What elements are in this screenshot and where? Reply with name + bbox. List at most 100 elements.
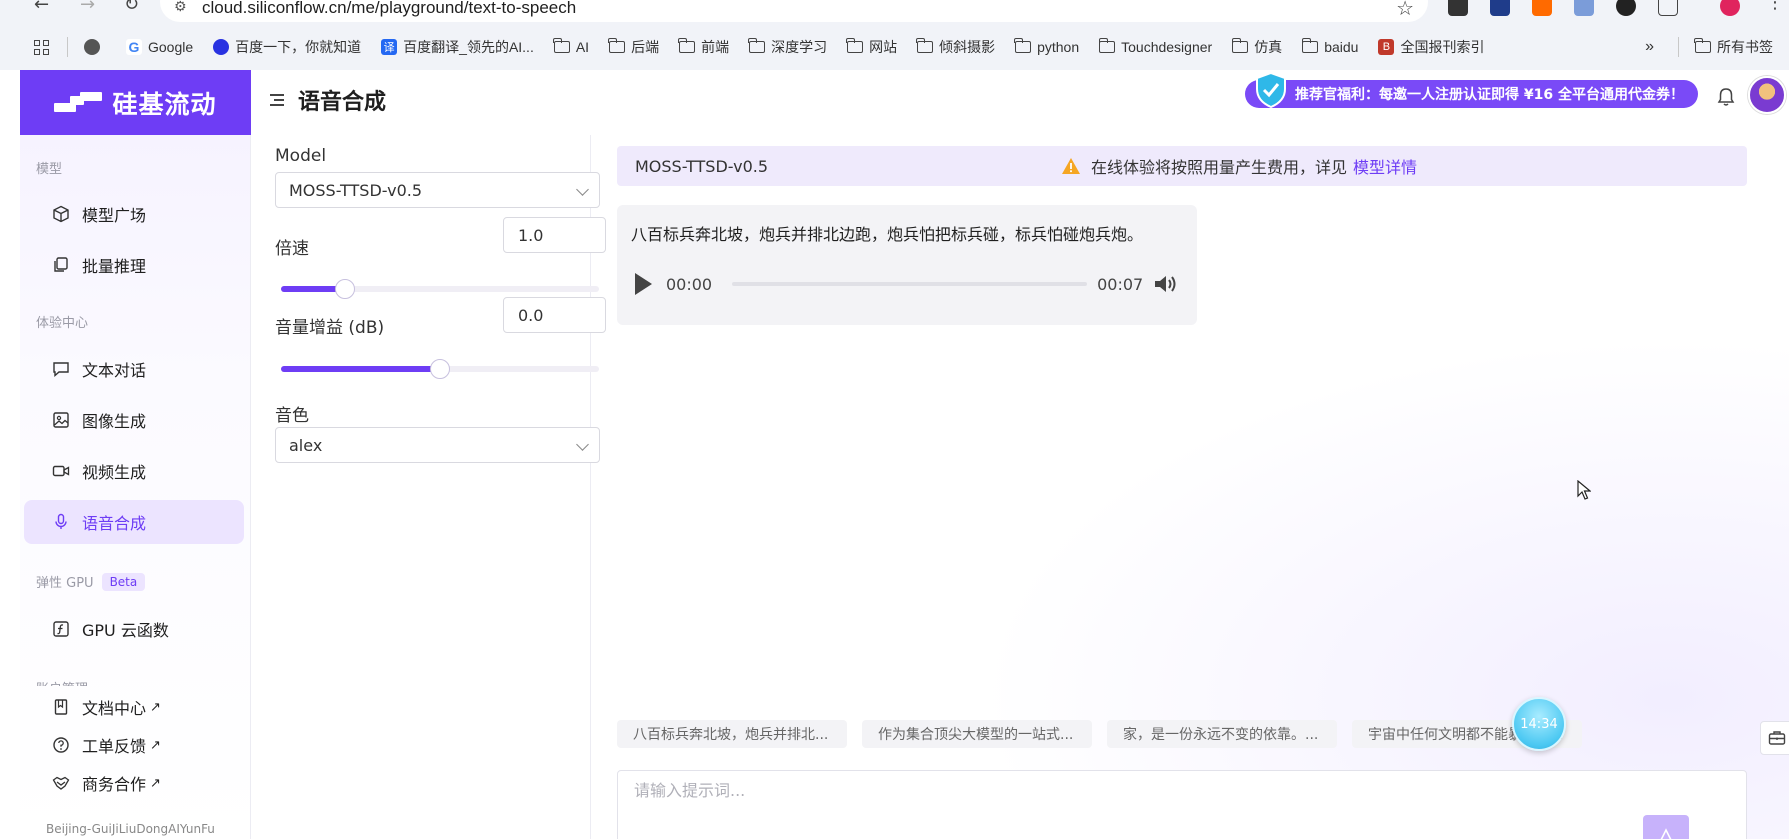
- sidebar: 硅基流动 模型 模型广场 批量推理 体验中心 文本对话 图像生成 视频生成 语音…: [20, 70, 251, 839]
- cube-icon: [52, 205, 70, 223]
- divider: [67, 37, 68, 57]
- toolbox-icon: [1768, 731, 1786, 745]
- sidebar-item-model-square[interactable]: 模型广场: [24, 192, 244, 236]
- microphone-icon: [52, 513, 70, 531]
- gain-label: 音量增益 (dB): [275, 318, 385, 338]
- voice-select[interactable]: alex: [275, 427, 600, 463]
- all-bookmarks-button[interactable]: 所有书签: [1694, 37, 1773, 57]
- reload-icon[interactable]: ↻: [124, 0, 139, 15]
- bookmark-folder[interactable]: 后端: [608, 37, 660, 57]
- bookmark-folder[interactable]: baidu: [1301, 38, 1359, 55]
- brand-logo[interactable]: 硅基流动: [20, 70, 251, 135]
- apps-grid-icon[interactable]: [34, 39, 49, 55]
- chevron-down-icon: [576, 438, 589, 451]
- bookmark-folder[interactable]: python: [1014, 38, 1080, 55]
- sidebar-item-label: 商务合作: [82, 775, 147, 794]
- bookmark-item[interactable]: [84, 39, 106, 55]
- sidebar-item-tts[interactable]: 语音合成: [24, 500, 244, 544]
- bookmark-folder[interactable]: 仿真: [1231, 37, 1282, 57]
- forward-icon[interactable]: →: [80, 0, 95, 15]
- play-icon[interactable]: [635, 273, 652, 295]
- collapse-menu-icon[interactable]: [270, 94, 284, 106]
- sidebar-item-gpu-function[interactable]: GPU 云函数: [24, 607, 244, 651]
- sidebar-item-batch-inference[interactable]: 批量推理: [24, 243, 244, 287]
- extension-icon[interactable]: [1616, 0, 1636, 16]
- gain-slider[interactable]: [281, 359, 599, 379]
- toolbox-button[interactable]: [1760, 721, 1789, 755]
- model-details-link[interactable]: 模型详情: [1353, 154, 1417, 178]
- bookmark-star-icon[interactable]: ☆: [1396, 0, 1414, 20]
- sidebar-item-label: 工单反馈: [82, 737, 147, 756]
- speed-slider[interactable]: [281, 279, 599, 299]
- bookmark-label: 所有书签: [1717, 39, 1773, 55]
- book-icon: [52, 698, 70, 716]
- bookmark-label: Google: [148, 39, 194, 55]
- floating-timer-widget[interactable]: 14:34: [1512, 697, 1566, 751]
- sidebar-item-tickets[interactable]: 工单反馈 ↗: [24, 727, 244, 763]
- extensions-puzzle-icon[interactable]: [1658, 0, 1678, 16]
- bookmarks-bar: G Google 百度一下，你就知道 译 百度翻译_领先的AI... AI 后端…: [0, 28, 1789, 66]
- send-button[interactable]: [1643, 815, 1689, 839]
- bell-icon[interactable]: [1717, 87, 1735, 107]
- folder-icon: [678, 38, 696, 53]
- bookmark-baidu-search[interactable]: 百度一下，你就知道: [213, 37, 361, 57]
- extension-icon[interactable]: [1574, 0, 1594, 16]
- audio-progress-bar[interactable]: [732, 282, 1088, 286]
- back-icon[interactable]: ←: [34, 0, 49, 15]
- bookmark-label: 倾斜摄影: [939, 39, 996, 55]
- site-info-icon[interactable]: ⚙: [174, 0, 187, 15]
- bookmark-label: baidu: [1324, 39, 1359, 55]
- sidebar-item-label: 文本对话: [82, 361, 147, 380]
- sidebar-item-label: 视频生成: [82, 463, 147, 482]
- chevron-down-icon: [576, 183, 589, 196]
- index-icon: B: [1378, 39, 1395, 55]
- sidebar-item-label: 语音合成: [82, 514, 147, 533]
- bookmark-folder[interactable]: 网站: [846, 37, 897, 57]
- bookmark-baidu-translate[interactable]: 译 百度翻译_领先的AI...: [381, 37, 534, 57]
- example-chip[interactable]: 八百标兵奔北坡，炮兵并排北...: [617, 720, 847, 748]
- prompt-input[interactable]: [634, 781, 1334, 800]
- example-chip[interactable]: 作为集合顶尖大模型的一站式...: [862, 720, 1092, 748]
- extension-icon[interactable]: [1448, 0, 1468, 16]
- speed-slider-thumb[interactable]: [334, 279, 355, 299]
- bookmark-folder[interactable]: 深度学习: [748, 37, 827, 57]
- bookmark-index[interactable]: B 全国报刊索引: [1378, 37, 1484, 57]
- avatar[interactable]: [1748, 76, 1786, 114]
- folder-icon: [1301, 38, 1319, 53]
- bookmark-folder[interactable]: Touchdesigner: [1098, 38, 1212, 55]
- page-title: 语音合成: [298, 90, 387, 115]
- synthesized-text: 八百标兵奔北坡，炮兵并排北边跑，炮兵怕把标兵碰，标兵怕碰炮兵炮。: [631, 225, 1144, 244]
- sidebar-item-business[interactable]: 商务合作 ↗: [24, 765, 244, 801]
- sidebar-item-video-gen[interactable]: 视频生成: [24, 449, 244, 493]
- profile-icon[interactable]: [1720, 0, 1740, 16]
- extension-icon[interactable]: [1532, 0, 1552, 16]
- bookmark-google[interactable]: G Google: [126, 39, 193, 55]
- sidebar-item-image-gen[interactable]: 图像生成: [24, 398, 244, 442]
- globe-icon: [84, 39, 100, 55]
- bookmark-folder[interactable]: AI: [553, 38, 589, 55]
- promo-banner[interactable]: 推荐官福利：每邀一人注册认证即得 ¥16 全平台通用代金券！: [1245, 72, 1698, 108]
- address-bar[interactable]: ⚙ cloud.siliconflow.cn/me/playground/tex…: [160, 0, 1428, 22]
- bookmark-folder[interactable]: 倾斜摄影: [916, 37, 996, 57]
- more-bookmarks-button[interactable]: »: [1645, 38, 1654, 56]
- bookmark-folder[interactable]: 前端: [678, 37, 729, 57]
- bookmark-label: python: [1037, 39, 1080, 55]
- sidebar-footer: Beijing-GuiJiLiuDongAIYunFu: [46, 822, 215, 836]
- model-select-value: MOSS-TTSD-v0.5: [289, 180, 423, 200]
- sidebar-item-docs[interactable]: 文档中心 ↗: [24, 689, 244, 725]
- sidebar-item-label: 文档中心: [82, 699, 147, 718]
- model-select[interactable]: MOSS-TTSD-v0.5: [275, 172, 600, 208]
- volume-icon[interactable]: [1153, 273, 1179, 295]
- bookmark-label: 后端: [631, 39, 660, 55]
- settings-panel: Model MOSS-TTSD-v0.5 倍速 1.0 音量增益 (dB) 0.…: [251, 135, 606, 839]
- extension-icon[interactable]: [1490, 0, 1510, 16]
- folder-icon: [1694, 38, 1711, 53]
- audio-result-card: 八百标兵奔北坡，炮兵并排北边跑，炮兵怕把标兵碰，标兵怕碰炮兵炮。 00:00 0…: [617, 205, 1197, 325]
- sidebar-item-text-chat[interactable]: 文本对话: [24, 347, 244, 391]
- example-chip[interactable]: 家，是一份永远不变的依靠。...: [1107, 720, 1337, 748]
- gain-slider-thumb[interactable]: [430, 359, 450, 379]
- function-icon: [52, 620, 70, 638]
- nav-section-model: 模型: [36, 162, 63, 177]
- help-icon: [52, 736, 70, 754]
- browser-menu-icon[interactable]: ⋮: [1766, 0, 1784, 13]
